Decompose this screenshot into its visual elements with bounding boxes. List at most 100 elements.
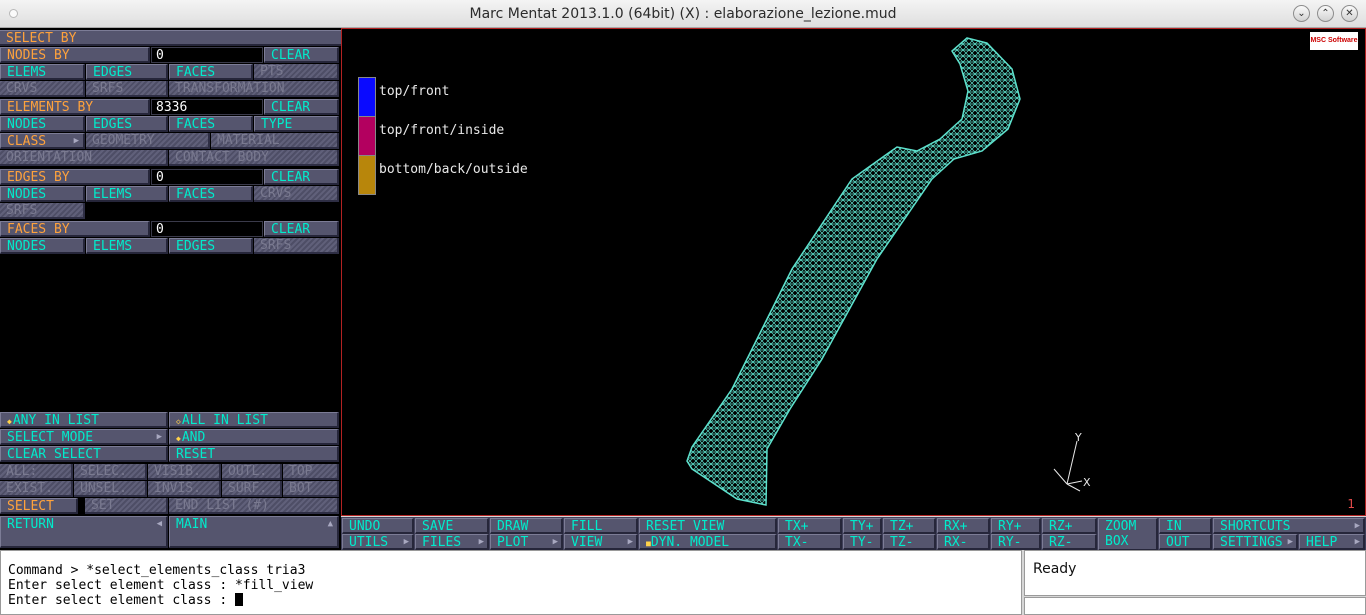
minimize-icon[interactable]: ⌄ <box>1293 5 1310 22</box>
nodes-clear-button[interactable]: CLEAR <box>264 47 339 63</box>
edges-by-faces-button[interactable]: FACES <box>169 186 253 202</box>
nodes-by-label[interactable]: NODES BY <box>0 47 150 63</box>
grid-surf-button: SURF. <box>222 481 282 497</box>
plot-label: PLOT <box>497 535 529 550</box>
main-button[interactable]: MAIN ▲ <box>169 516 339 548</box>
all-in-list-toggle[interactable]: ◇ALL IN LIST <box>169 412 339 428</box>
submenu-arrow-icon: ▶ <box>73 136 79 146</box>
return-label: RETURN <box>7 517 54 532</box>
command-prompt: Enter select element class : <box>8 593 235 608</box>
edges-by-nodes-button[interactable]: NODES <box>0 186 85 202</box>
faces-by-count: 0 <box>151 221 263 237</box>
status-secondary-area <box>1024 597 1366 615</box>
and-label: AND <box>181 430 206 445</box>
window-title-bar[interactable]: Marc Mentat 2013.1.0 (64bit) (X) : elabo… <box>0 0 1366 28</box>
dyn-model-toggle[interactable]: ■DYN. MODEL <box>639 534 777 550</box>
graphics-viewport[interactable]: top/front top/front/inside bottom/back/o… <box>341 28 1366 516</box>
zoom-box-button[interactable]: ZOOM BOX <box>1098 518 1158 551</box>
mesh-model: Y X <box>686 37 1091 506</box>
box-label: BOX <box>1105 534 1129 549</box>
view-button[interactable]: VIEW ▶ <box>564 534 638 550</box>
tz-minus-button[interactable]: TZ- <box>883 534 936 550</box>
clear-select-button[interactable]: CLEAR SELECT <box>0 446 168 462</box>
zoom-out-button[interactable]: OUT <box>1159 534 1212 550</box>
zoom-label: ZOOM <box>1105 519 1137 534</box>
draw-button[interactable]: DRAW <box>490 518 563 534</box>
grid-outl-button: OUTL. <box>222 464 282 480</box>
ry-plus-button[interactable]: RY+ <box>991 518 1041 534</box>
utils-label: UTILS <box>349 535 389 550</box>
elements-by-label[interactable]: ELEMENTS BY <box>0 99 150 115</box>
elements-clear-button[interactable]: CLEAR <box>264 99 339 115</box>
nodes-by-transformation-button: TRANSFORMATION <box>169 81 339 97</box>
radio-marker-icon: ◆ <box>176 434 181 443</box>
nodes-by-count: 0 <box>151 47 263 63</box>
ty-minus-button[interactable]: TY- <box>843 534 882 550</box>
faces-by-label[interactable]: FACES BY <box>0 221 150 237</box>
return-button[interactable]: RETURN ◀ <box>0 516 168 548</box>
zoom-in-button[interactable]: IN <box>1159 518 1212 534</box>
files-button[interactable]: FILES ▶ <box>415 534 489 550</box>
nodes-by-edges-button[interactable]: EDGES <box>86 64 168 80</box>
grid-invis-button: INVIS. <box>148 481 221 497</box>
grid-top-button: TOP <box>283 464 339 480</box>
elements-by-class-button[interactable]: CLASS ▶ <box>0 133 85 149</box>
rx-plus-button[interactable]: RX+ <box>937 518 990 534</box>
select-mode-button[interactable]: SELECT MODE ▶ <box>0 429 168 445</box>
settings-button[interactable]: SETTINGS ▶ <box>1213 534 1298 550</box>
elements-by-faces-button[interactable]: FACES <box>169 116 253 132</box>
wrench-mesh-shape <box>686 37 1021 506</box>
faces-clear-button[interactable]: CLEAR <box>264 221 339 237</box>
rz-plus-button[interactable]: RZ+ <box>1042 518 1097 534</box>
tz-plus-button[interactable]: TZ+ <box>883 518 936 534</box>
nodes-by-faces-button[interactable]: FACES <box>169 64 253 80</box>
grid-bot-button: BOT <box>283 481 339 497</box>
close-icon[interactable]: ✕ <box>1341 5 1358 22</box>
help-label: HELP <box>1306 535 1338 550</box>
ry-minus-button[interactable]: RY- <box>991 534 1041 550</box>
select-mode-and-toggle[interactable]: ◆AND <box>169 429 339 445</box>
utils-button[interactable]: UTILS ▶ <box>342 534 414 550</box>
command-console[interactable]: Command > *select_elements_class tria3 E… <box>0 550 1022 615</box>
rx-minus-button[interactable]: RX- <box>937 534 990 550</box>
view-number: 1 <box>1347 497 1355 511</box>
edges-by-label[interactable]: EDGES BY <box>0 169 150 185</box>
rz-minus-button[interactable]: RZ- <box>1042 534 1097 550</box>
faces-by-elems-button[interactable]: ELEMS <box>86 238 168 254</box>
maximize-icon[interactable]: ⌃ <box>1317 5 1334 22</box>
faces-by-srfs-button: SRFS <box>254 238 339 254</box>
edges-clear-button[interactable]: CLEAR <box>264 169 339 185</box>
edges-by-srfs-button: SRFS <box>0 203 85 219</box>
any-in-list-toggle[interactable]: ◆ANY IN LIST <box>0 412 168 428</box>
submenu-arrow-icon: ▶ <box>156 432 162 442</box>
reset-view-button[interactable]: RESET VIEW <box>639 518 777 534</box>
grid-selec-button: SELEC. <box>74 464 147 480</box>
fill-button[interactable]: FILL <box>564 518 638 534</box>
save-button[interactable]: SAVE <box>415 518 489 534</box>
tx-minus-button[interactable]: TX- <box>778 534 842 550</box>
faces-by-edges-button[interactable]: EDGES <box>169 238 253 254</box>
command-prompt-line[interactable]: Enter select element class : <box>8 593 243 608</box>
grid-visib-button: VISIB. <box>148 464 221 480</box>
help-button[interactable]: HELP ▶ <box>1299 534 1365 550</box>
elements-by-nodes-button[interactable]: NODES <box>0 116 85 132</box>
shortcuts-button[interactable]: SHORTCUTS ▶ <box>1213 518 1365 534</box>
nodes-by-elems-button[interactable]: ELEMS <box>0 64 85 80</box>
edges-by-elems-button[interactable]: ELEMS <box>86 186 168 202</box>
dyn-model-label: DYN. MODEL <box>650 535 730 550</box>
submenu-arrow-icon: ▶ <box>403 537 409 547</box>
undo-button[interactable]: UNDO <box>342 518 414 534</box>
files-label: FILES <box>422 535 462 550</box>
plot-button[interactable]: PLOT ▶ <box>490 534 563 550</box>
submenu-arrow-icon: ▶ <box>627 537 633 547</box>
elements-by-orientation-button: ORIENTATION <box>0 150 168 166</box>
elements-by-edges-button[interactable]: EDGES <box>86 116 168 132</box>
set-button: SET <box>85 498 168 514</box>
faces-by-nodes-button[interactable]: NODES <box>0 238 85 254</box>
tx-plus-button[interactable]: TX+ <box>778 518 842 534</box>
command-history-line: Command > *select_elements_class tria3 <box>8 563 306 578</box>
ty-plus-button[interactable]: TY+ <box>843 518 882 534</box>
select-button[interactable]: SELECT <box>0 498 78 514</box>
reset-button[interactable]: RESET <box>169 446 339 462</box>
elements-by-type-button[interactable]: TYPE <box>254 116 339 132</box>
